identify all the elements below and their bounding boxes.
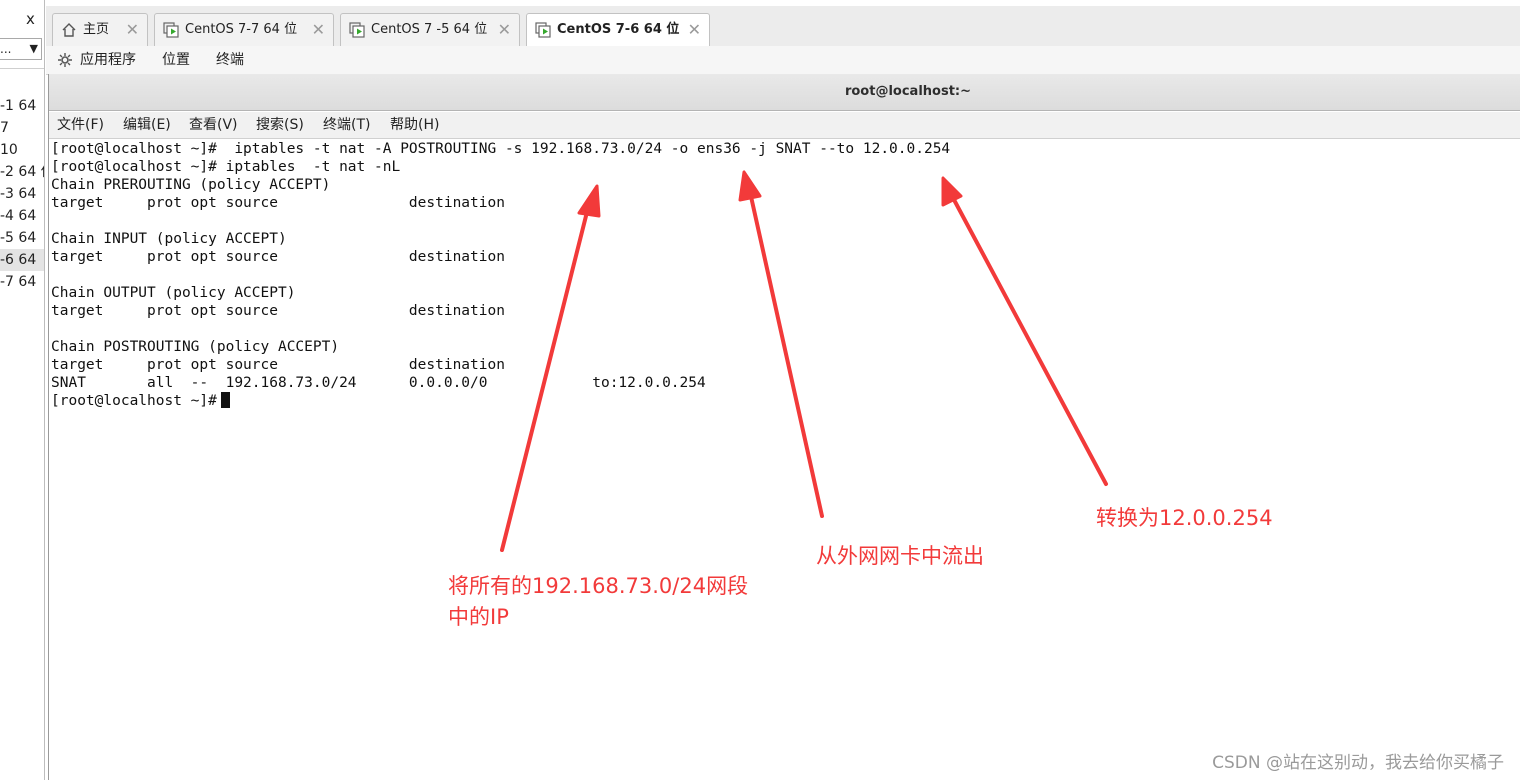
tab-centos-7-6[interactable]: CentOS 7-6 64 位 ✕	[526, 13, 710, 47]
vm-icon	[163, 22, 179, 38]
tab-centos-7-5[interactable]: CentOS 7 -5 64 位 ✕	[340, 13, 520, 46]
terminal-line: Chain PREROUTING (policy ACCEPT)	[51, 177, 331, 193]
tab-label: 主页	[83, 22, 110, 37]
library-filter-dropdown[interactable]: ... ▼	[0, 38, 42, 60]
menu-terminal[interactable]: 终端	[216, 46, 244, 74]
tab-centos-7-7[interactable]: CentOS 7-7 64 位 ✕	[154, 13, 334, 46]
terminal-title: root@localhost:~	[844, 84, 972, 99]
terminal-menubar: 文件(F) 编辑(E) 查看(V) 搜索(S) 终端(T) 帮助(H)	[49, 112, 1520, 139]
annotation-to-address: 转换为12.0.0.254	[1096, 506, 1273, 530]
close-icon[interactable]: ✕	[126, 14, 139, 46]
terminal-prompt-line: [root@localhost ~]#	[51, 392, 230, 410]
vm-list-item[interactable]: -5 64	[0, 227, 44, 249]
close-icon[interactable]: ✕	[498, 14, 511, 46]
tab-label: CentOS 7-6 64 位	[557, 22, 680, 37]
vm-list-item[interactable]: -1 64	[0, 95, 44, 117]
vm-list-item[interactable]: -3 64	[0, 183, 44, 205]
annotation-out-interface: 从外网网卡中流出	[816, 544, 984, 568]
terminal-window: root@localhost:~ 文件(F) 编辑(E) 查看(V) 搜索(S)…	[48, 74, 1520, 780]
close-icon[interactable]: ✕	[688, 14, 701, 46]
tab-home[interactable]: 主页 ✕	[52, 13, 148, 46]
annotation-source-line1: 将所有的192.168.73.0/24网段	[448, 574, 749, 598]
menu-file[interactable]: 文件(F)	[57, 112, 104, 138]
terminal-line: Chain OUTPUT (policy ACCEPT)	[51, 285, 296, 301]
menu-places[interactable]: 位置	[162, 46, 190, 74]
library-filter-value: ...	[0, 42, 12, 56]
desktop-top-menu: 应用程序 位置 终端	[46, 46, 1520, 75]
menu-applications[interactable]: 应用程序	[80, 46, 136, 74]
terminal-line: SNAT all -- 192.168.73.0/24 0.0.0.0/0 to…	[51, 375, 706, 391]
close-icon[interactable]: ✕	[312, 14, 325, 46]
terminal-line: Chain POSTROUTING (policy ACCEPT)	[51, 339, 340, 355]
library-close-button[interactable]: x	[26, 10, 35, 28]
terminal-line: target prot opt source destination	[51, 357, 505, 373]
tab-label: CentOS 7-7 64 位	[185, 22, 298, 37]
vm-list-item[interactable]: 7	[0, 117, 44, 139]
terminal-line: target prot opt source destination	[51, 303, 505, 319]
home-icon	[62, 23, 76, 37]
watermark: CSDN @站在这别动，我去给你买橘子	[1212, 753, 1504, 773]
menu-search[interactable]: 搜索(S)	[256, 112, 304, 138]
terminal-titlebar[interactable]: root@localhost:~	[49, 74, 1520, 111]
terminal-cursor	[220, 392, 230, 408]
menu-view[interactable]: 查看(V)	[189, 112, 238, 138]
tab-label: CentOS 7 -5 64 位	[371, 22, 488, 37]
vm-list-item[interactable]: -7 64	[0, 271, 44, 293]
terminal-output[interactable]: [root@localhost ~]# iptables -t nat -A P…	[51, 140, 1511, 770]
vm-list-item-selected[interactable]: -6 64	[0, 249, 44, 271]
vm-list-item[interactable]: -4 64	[0, 205, 44, 227]
library-divider	[0, 68, 44, 69]
chevron-down-icon: ▼	[29, 42, 38, 55]
terminal-line: [root@localhost ~]# iptables -t nat -A P…	[51, 141, 951, 157]
menu-help[interactable]: 帮助(H)	[390, 112, 439, 138]
vm-list-item[interactable]: 10	[0, 139, 44, 161]
applications-icon	[58, 53, 72, 67]
vm-tab-bar: 主页 ✕ CentOS 7-7 64 位 ✕ CentOS 7 -5 64 位 …	[46, 6, 1520, 47]
terminal-line: target prot opt source destination	[51, 195, 505, 211]
vm-icon	[349, 22, 365, 38]
vm-list-item[interactable]: -2 64 位	[0, 161, 44, 183]
terminal-prompt: [root@localhost ~]#	[51, 393, 217, 409]
terminal-line: [root@localhost ~]# iptables -t nat -nL	[51, 159, 401, 175]
terminal-line: target prot opt source destination	[51, 249, 505, 265]
terminal-line: Chain INPUT (policy ACCEPT)	[51, 231, 287, 247]
menu-terminal[interactable]: 终端(T)	[323, 112, 370, 138]
menu-edit[interactable]: 编辑(E)	[123, 112, 171, 138]
vm-icon	[535, 22, 551, 38]
vm-library-panel: x ... ▼ -1 64 7 10 -2 64 位 -3 64 -4 64 -…	[0, 0, 45, 780]
annotation-source-line2: 中的IP	[448, 605, 509, 629]
